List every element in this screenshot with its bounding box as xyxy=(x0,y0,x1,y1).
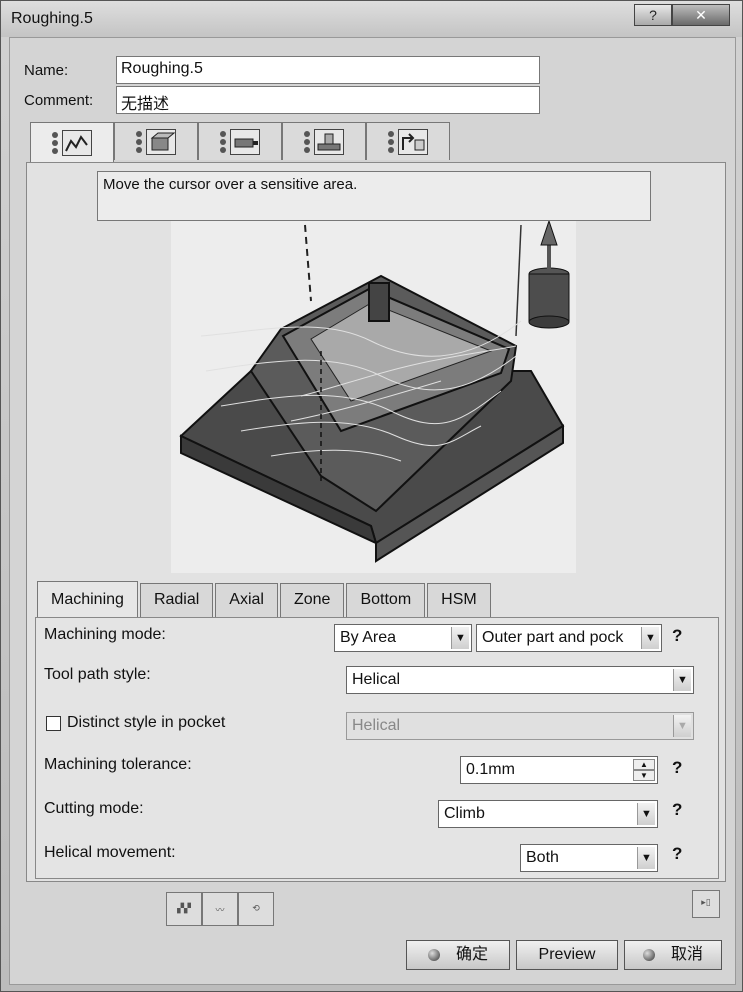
tool-path-replay-icon[interactable]: ▞▞ xyxy=(166,892,202,926)
strategy-tab[interactable] xyxy=(30,122,114,162)
comment-label: Comment: xyxy=(24,92,94,109)
chevron-down-icon: ▼ xyxy=(637,847,655,869)
tab-hsm[interactable]: HSM xyxy=(427,583,491,617)
tool-icon xyxy=(230,128,260,155)
preview-button[interactable]: Preview xyxy=(516,940,618,970)
machining-tolerance-value: 0.1mm xyxy=(466,761,515,778)
helical-movement-select[interactable]: Both ▼ xyxy=(520,844,658,872)
feeds-speeds-icon xyxy=(314,128,344,155)
name-label: Name: xyxy=(24,62,69,79)
help-icon[interactable]: ? xyxy=(672,844,682,864)
help-icon[interactable]: ? xyxy=(672,800,682,820)
strategy-panel: Move the cursor over a sensitive area. M… xyxy=(26,162,726,882)
close-button[interactable]: ✕ xyxy=(672,4,730,26)
tool-path-style-value: Helical xyxy=(352,671,401,688)
helical-movement-label: Helical movement: xyxy=(44,844,176,861)
tab-radial[interactable]: Radial xyxy=(139,583,214,617)
status-dot-icon xyxy=(642,948,655,961)
machining-mode-label: Machining mode: xyxy=(44,626,166,643)
machining-area-value: Outer part and pock xyxy=(482,629,624,646)
helical-movement-value: Both xyxy=(526,849,559,866)
help-button[interactable]: ? xyxy=(634,4,672,26)
roughing-diagram[interactable] xyxy=(171,219,576,573)
pocket-style-select: Helical ▼ xyxy=(346,712,694,740)
ok-label: 确定 xyxy=(455,946,488,963)
machining-tolerance-label: Machining tolerance: xyxy=(44,756,192,773)
geometry-icon xyxy=(146,128,176,155)
tool-path-style-label: Tool path style: xyxy=(44,666,151,683)
machining-subtabs: Machining Radial Axial Zone Bottom HSM xyxy=(37,581,493,617)
comment-input[interactable]: 无描述 xyxy=(116,86,540,114)
chevron-down-icon: ▼ xyxy=(637,803,655,825)
geometry-tab[interactable] xyxy=(114,122,198,160)
machining-panel: Machining mode: By Area ▼ Outer part and… xyxy=(35,617,719,879)
machining-area-select[interactable]: Outer part and pock ▼ xyxy=(476,624,662,652)
name-input[interactable]: Roughing.5 xyxy=(116,56,540,84)
distinct-style-label: Distinct style in pocket xyxy=(67,714,226,731)
window-title: Roughing.5 xyxy=(11,10,93,27)
cutting-mode-label: Cutting mode: xyxy=(44,800,144,817)
tool-tab[interactable] xyxy=(198,122,282,160)
cancel-label: 取消 xyxy=(670,946,703,963)
help-icon[interactable]: ? xyxy=(672,758,682,778)
dialog-window: Roughing.5 ? ✕ Name: Roughing.5 Comment:… xyxy=(0,0,743,992)
tab-axial[interactable]: Axial xyxy=(215,583,278,617)
spin-arrows-icon[interactable]: ▲ ▼ xyxy=(633,759,655,781)
chevron-down-icon: ▼ xyxy=(451,627,469,649)
dialog-body: Name: Roughing.5 Comment: 无描述 Move the c… xyxy=(9,37,736,985)
macro-toolbar: ▞▞ 〰 ⟲ xyxy=(166,892,274,926)
strategy-icon xyxy=(62,129,92,156)
macros-icon xyxy=(398,128,428,155)
machining-mode-select[interactable]: By Area ▼ xyxy=(334,624,472,652)
feeds-speeds-tab[interactable] xyxy=(282,122,366,160)
cutting-mode-select[interactable]: Climb ▼ xyxy=(438,800,658,828)
distinct-style-checkbox[interactable] xyxy=(46,716,61,731)
report-icon[interactable]: ⟲ xyxy=(238,892,274,926)
tool-path-style-select[interactable]: Helical ▼ xyxy=(346,666,694,694)
tab-zone[interactable]: Zone xyxy=(279,583,345,617)
simulation-icon[interactable]: 〰 xyxy=(202,892,238,926)
title-bar: Roughing.5 ? ✕ xyxy=(1,1,742,37)
macros-tab[interactable] xyxy=(366,122,450,160)
tab-machining[interactable]: Machining xyxy=(37,581,138,617)
hint-box: Move the cursor over a sensitive area. xyxy=(97,171,651,221)
tab-bottom[interactable]: Bottom xyxy=(346,583,426,617)
cutting-mode-value: Climb xyxy=(444,805,485,822)
cancel-button[interactable]: 取消 xyxy=(624,940,722,970)
ok-button[interactable]: 确定 xyxy=(406,940,510,970)
chevron-down-icon: ▼ xyxy=(641,627,659,649)
chevron-down-icon: ▼ xyxy=(673,715,691,737)
status-dot-icon xyxy=(427,948,440,961)
icon-tab-bar xyxy=(30,122,450,162)
machining-mode-value: By Area xyxy=(340,629,397,646)
help-icon[interactable]: ? xyxy=(672,626,682,646)
machining-tolerance-input[interactable]: 0.1mm ▲ ▼ xyxy=(460,756,658,784)
chevron-down-icon: ▼ xyxy=(673,669,691,691)
export-icon[interactable]: ▸▯ xyxy=(692,890,720,918)
pocket-style-value: Helical xyxy=(352,717,401,734)
